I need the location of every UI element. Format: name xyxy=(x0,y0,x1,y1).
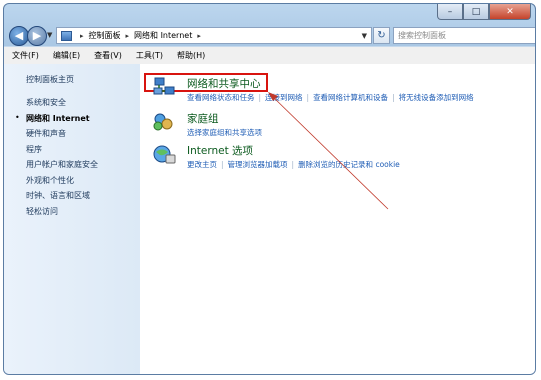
menu-view[interactable]: 查看(V) xyxy=(94,50,122,61)
sidebar-item-programs[interactable]: 程序 xyxy=(26,144,42,155)
sidebar-item-hardware-sound[interactable]: 硬件和声音 xyxy=(26,128,66,139)
sidebar: 控制面板主页 系统和安全 • 网络和 Internet 硬件和声音 程序 用户帐… xyxy=(4,64,140,374)
menu-help[interactable]: 帮助(H) xyxy=(177,50,205,61)
menu-bar: 文件(F) 编辑(E) 查看(V) 工具(T) 帮助(H) xyxy=(4,47,535,65)
explorer-window: – □ ✕ ◀ ▶ ▼ ▸ 控制面板 ▸ 网络和 Internet ▸ ▼ ↻ … xyxy=(3,3,536,375)
homegroup-options-link[interactable]: 选择家庭组和共享选项 xyxy=(187,128,262,137)
internet-options-link[interactable]: Internet 选项 xyxy=(187,143,253,158)
sidebar-item-user-accounts[interactable]: 用户帐户和家庭安全 xyxy=(26,159,98,170)
menu-edit[interactable]: 编辑(E) xyxy=(53,50,80,61)
view-network-status-link[interactable]: 查看网络状态和任务 xyxy=(187,93,255,102)
address-bar[interactable]: ▸ 控制面板 ▸ 网络和 Internet ▸ ▼ xyxy=(56,27,372,44)
network-sharing-center-link[interactable]: 网络和共享中心 xyxy=(187,76,261,91)
internet-options-tasks: 更改主页 | 管理浏览器加载项 | 删除浏览的历史记录和 cookie xyxy=(187,160,400,169)
breadcrumb-control-panel[interactable]: 控制面板 xyxy=(89,30,121,41)
sidebar-item-network-internet: 网络和 Internet xyxy=(26,114,90,123)
maximize-button[interactable]: □ xyxy=(463,4,489,20)
refresh-button[interactable]: ↻ xyxy=(373,27,390,44)
annotation-arrow xyxy=(268,92,389,210)
change-home-page-link[interactable]: 更改主页 xyxy=(187,160,217,169)
minimize-button[interactable]: – xyxy=(437,4,463,20)
manage-addons-link[interactable]: 管理浏览器加载项 xyxy=(228,160,288,169)
close-button[interactable]: ✕ xyxy=(489,4,531,20)
homegroup-link[interactable]: 家庭组 xyxy=(187,111,219,126)
active-bullet-icon: • xyxy=(15,113,20,122)
main-content: 网络和共享中心 查看网络状态和任务 | 连接到网络 | 查看网络计算机和设备 | 将无线设备… xyxy=(140,64,535,374)
chevron-right-icon[interactable]: ▸ xyxy=(197,32,201,40)
chevron-right-icon[interactable]: ▸ xyxy=(126,32,130,40)
window-controls: – □ ✕ xyxy=(437,4,531,20)
sidebar-item-clock-region[interactable]: 时钟、语言和区域 xyxy=(26,190,90,201)
homegroup-icon xyxy=(153,113,173,131)
delete-history-link[interactable]: 删除浏览的历史记录和 cookie xyxy=(298,160,400,169)
homegroup-tasks: 选择家庭组和共享选项 xyxy=(187,127,262,138)
search-input[interactable]: 搜索控制面板 ⌕ xyxy=(393,27,535,44)
search-placeholder: 搜索控制面板 xyxy=(398,31,446,40)
sidebar-item-appearance[interactable]: 外观和个性化 xyxy=(26,175,74,186)
sidebar-item-home[interactable]: 控制面板主页 xyxy=(26,74,74,85)
sidebar-item-system-security[interactable]: 系统和安全 xyxy=(26,97,66,108)
breadcrumb-network-internet[interactable]: 网络和 Internet xyxy=(134,30,192,41)
menu-tools[interactable]: 工具(T) xyxy=(136,50,163,61)
forward-button[interactable]: ▶ xyxy=(27,26,47,46)
address-dropdown-icon[interactable]: ▼ xyxy=(362,32,367,40)
recent-pages-dropdown-icon[interactable]: ▼ xyxy=(47,31,52,39)
connect-network-link[interactable]: 连接到网络 xyxy=(265,93,303,102)
back-button[interactable]: ◀ xyxy=(9,26,29,46)
internet-options-icon xyxy=(153,145,176,164)
navigation-bar: ◀ ▶ ▼ ▸ 控制面板 ▸ 网络和 Internet ▸ ▼ ↻ 搜索控制面板… xyxy=(4,25,535,47)
menu-file[interactable]: 文件(F) xyxy=(12,50,39,61)
control-panel-icon xyxy=(61,30,72,41)
sidebar-item-ease-of-access[interactable]: 轻松访问 xyxy=(26,206,58,217)
title-bar: – □ ✕ xyxy=(4,4,535,24)
view-network-computers-link[interactable]: 查看网络计算机和设备 xyxy=(313,93,388,102)
add-wireless-device-link[interactable]: 将无线设备添加到网络 xyxy=(399,93,474,102)
chevron-right-icon[interactable]: ▸ xyxy=(80,32,84,40)
network-sharing-tasks: 查看网络状态和任务 | 连接到网络 | 查看网络计算机和设备 | 将无线设备添加到网络 xyxy=(187,93,474,102)
network-icon xyxy=(153,77,175,95)
